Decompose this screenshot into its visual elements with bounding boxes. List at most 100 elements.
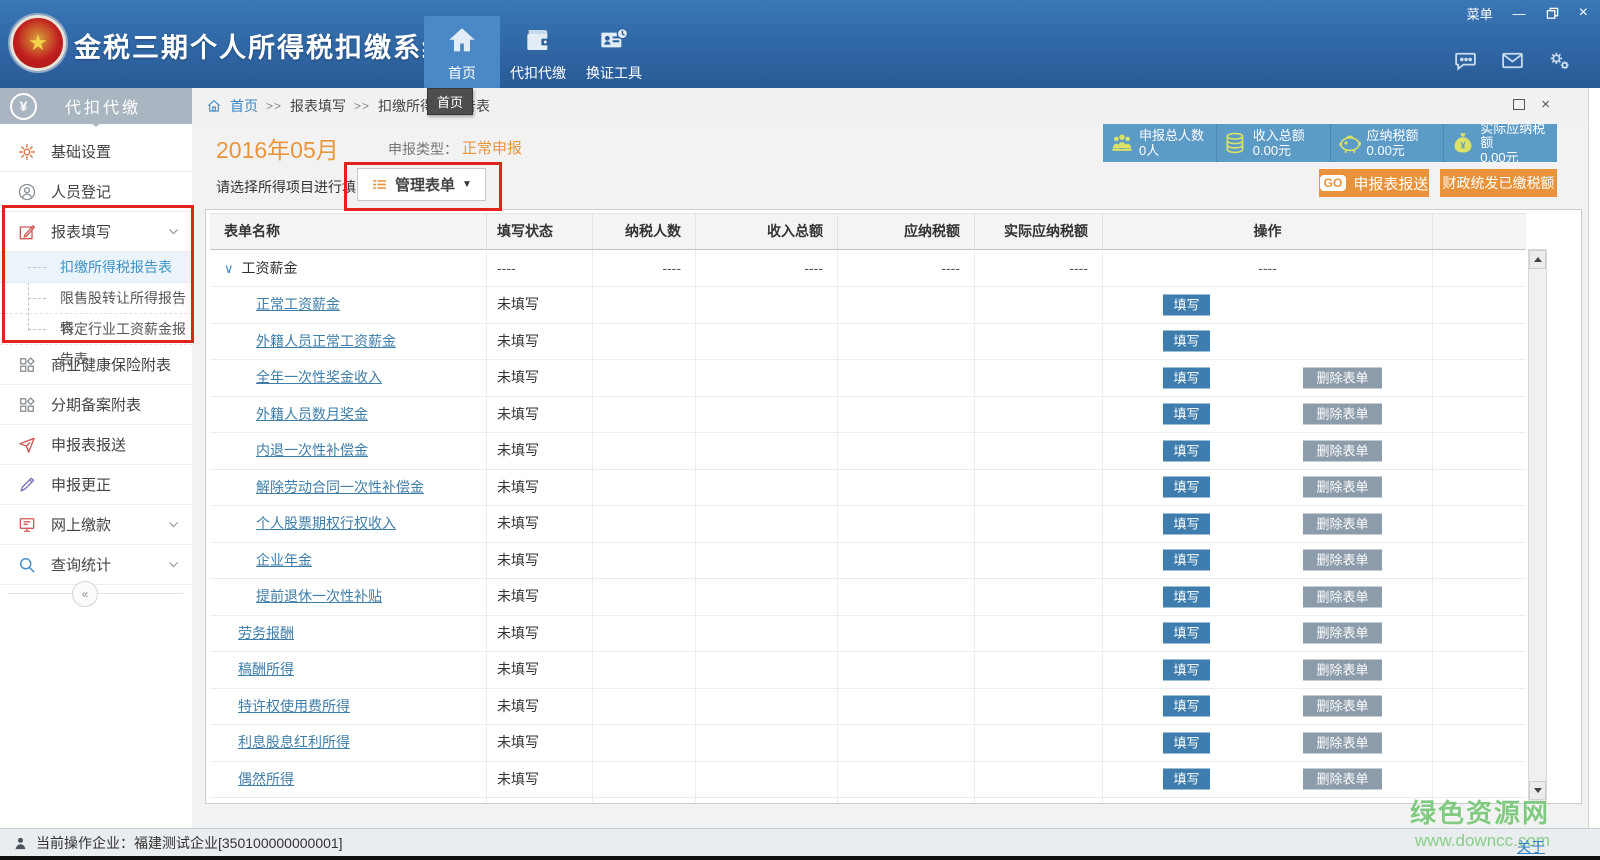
fill-button[interactable]: 填写	[1163, 696, 1210, 717]
column-header-0: 表单名称	[210, 213, 487, 250]
grid-icon	[16, 394, 38, 416]
delete-form-button[interactable]: 删除表单	[1303, 659, 1382, 680]
collapse-group-icon[interactable]: ∨	[224, 261, 234, 276]
paid-tax-label: 财政统发已缴税额	[1443, 173, 1555, 193]
close-icon[interactable]: ×	[1579, 4, 1588, 22]
fill-button[interactable]: 填写	[1163, 586, 1210, 607]
home-icon	[206, 98, 222, 114]
fill-button[interactable]: 填写	[1163, 294, 1210, 315]
mail-icon[interactable]	[1500, 48, 1525, 73]
form-link[interactable]: 内退一次性补偿金	[256, 442, 368, 458]
fill-button[interactable]: 填写	[1163, 623, 1210, 644]
inner-maximize-icon[interactable]	[1513, 99, 1525, 110]
sidebar-subitem-1[interactable]: 限售股转让所得报告表	[0, 283, 192, 314]
nav-item-2[interactable]: 换证工具	[576, 16, 652, 88]
message-icon[interactable]	[1453, 48, 1478, 73]
paid-tax-button[interactable]: 财政统发已缴税额	[1440, 169, 1557, 197]
nav-item-1[interactable]: 代扣代缴	[500, 16, 576, 88]
group-dash-cell: ----	[487, 250, 593, 287]
sidebar-item-6[interactable]: 申报更正	[0, 465, 192, 505]
breadcrumb-item-0[interactable]: 首页	[230, 96, 258, 116]
bottom-strip	[0, 856, 1600, 860]
sidebar-item-1[interactable]: 人员登记	[0, 172, 192, 212]
form-link[interactable]: 外籍人员数月奖金	[256, 406, 368, 422]
sidebar-item-8[interactable]: 查询统计	[0, 545, 192, 585]
form-link[interactable]: 劳务报酬	[238, 625, 294, 641]
delete-form-button[interactable]: 删除表单	[1303, 623, 1382, 644]
fill-button[interactable]: 填写	[1163, 732, 1210, 753]
sidebar-title: 代扣代缴	[65, 94, 141, 118]
delete-form-button[interactable]: 删除表单	[1303, 732, 1382, 753]
fill-status: 未填写	[497, 771, 539, 787]
manage-forms-button[interactable]: 管理表单 ▼	[357, 168, 486, 201]
fill-status: 未填写	[497, 369, 539, 385]
fill-status: 未填写	[497, 333, 539, 349]
stat-value: 0.00元	[1253, 144, 1305, 158]
delete-form-button[interactable]: 删除表单	[1303, 696, 1382, 717]
window-menu-button[interactable]: 菜单	[1467, 4, 1493, 23]
delete-form-button[interactable]: 删除表单	[1303, 586, 1382, 607]
form-link[interactable]: 解除劳动合同一次性补偿金	[256, 479, 424, 495]
minimize-icon[interactable]: —	[1513, 6, 1526, 21]
sidebar-subitem-0[interactable]: 扣缴所得税报告表	[0, 252, 192, 283]
column-header-2: 纳税人数	[593, 213, 696, 250]
sidebar-subitem-2[interactable]: 特定行业工资薪金报告表	[0, 314, 192, 345]
fill-button[interactable]: 填写	[1163, 659, 1210, 680]
sidebar-item-label: 申报更正	[51, 474, 111, 495]
delete-form-button[interactable]: 删除表单	[1303, 769, 1382, 790]
form-link[interactable]: 提前退休一次性补贴	[256, 588, 382, 604]
fill-button[interactable]: 填写	[1163, 404, 1210, 425]
collapse-sidebar-button[interactable]: «	[72, 581, 98, 607]
settings-gears-icon[interactable]	[1547, 48, 1572, 73]
scroll-up-icon[interactable]	[1529, 250, 1546, 269]
fill-button[interactable]: 填写	[1163, 440, 1210, 461]
vertical-scrollbar[interactable]	[1528, 249, 1547, 801]
home-icon	[446, 20, 478, 60]
form-link[interactable]: 稿酬所得	[238, 661, 294, 677]
yen-circle-icon: ¥	[10, 93, 37, 120]
sidebar-item-2[interactable]: 报表填写	[0, 212, 192, 252]
fill-button[interactable]: 填写	[1163, 513, 1210, 534]
sidebar-item-4[interactable]: 分期备案附表	[0, 385, 192, 425]
delete-form-button[interactable]: 删除表单	[1303, 550, 1382, 571]
delete-form-button[interactable]: 删除表单	[1303, 404, 1382, 425]
form-link[interactable]: 全年一次性奖金收入	[256, 369, 382, 385]
fill-button[interactable]: 填写	[1163, 331, 1210, 352]
sidebar-item-7[interactable]: 网上缴款	[0, 505, 192, 545]
wallet-icon	[522, 20, 554, 60]
about-link[interactable]: 关于	[1517, 837, 1545, 857]
stat-cell-3: ¥实际应纳税额0.00元	[1443, 124, 1557, 162]
form-link[interactable]: 利息股息红利所得	[238, 734, 350, 750]
delete-form-button[interactable]: 删除表单	[1303, 477, 1382, 498]
fill-button[interactable]: 填写	[1163, 550, 1210, 571]
sidebar-item-5[interactable]: 申报表报送	[0, 425, 192, 465]
form-link[interactable]: 正常工资薪金	[256, 296, 340, 312]
fill-button[interactable]: 填写	[1163, 367, 1210, 388]
sidebar-item-0[interactable]: 基础设置	[0, 132, 192, 172]
sidebar-item-3[interactable]: 商业健康保险附表	[0, 345, 192, 385]
form-link[interactable]: 特许权使用费所得	[238, 698, 350, 714]
form-link[interactable]: 偶然所得	[238, 771, 294, 787]
delete-form-button[interactable]: 删除表单	[1303, 513, 1382, 534]
fill-button[interactable]: 填写	[1163, 769, 1210, 790]
delete-form-button[interactable]: 删除表单	[1303, 367, 1382, 388]
form-link[interactable]: 企业年金	[256, 552, 312, 568]
scroll-down-icon[interactable]	[1529, 781, 1546, 800]
form-link[interactable]: 个人股票期权行权收入	[256, 515, 396, 531]
grid-icon	[16, 354, 38, 376]
inner-close-icon[interactable]: ×	[1541, 97, 1550, 112]
fill-button[interactable]: 填写	[1163, 477, 1210, 498]
breadcrumb-item-1[interactable]: 报表填写	[290, 96, 346, 116]
submit-declaration-button[interactable]: GO 申报表报送	[1319, 169, 1429, 197]
group-dash-cell: ----	[1103, 250, 1433, 287]
chevron-down-icon	[167, 518, 180, 531]
form-link[interactable]: 外籍人员正常工资薪金	[256, 333, 396, 349]
coins-icon	[1223, 130, 1249, 156]
nav-item-0[interactable]: 首页	[424, 16, 500, 88]
column-header-5: 实际应纳税额	[975, 213, 1103, 250]
stat-text: 应纳税额0.00元	[1367, 129, 1419, 158]
stat-value: 0.00元	[1367, 144, 1419, 158]
inner-window-controls: ×	[1513, 97, 1550, 112]
delete-form-button[interactable]: 删除表单	[1303, 440, 1382, 461]
restore-icon[interactable]	[1546, 7, 1559, 20]
